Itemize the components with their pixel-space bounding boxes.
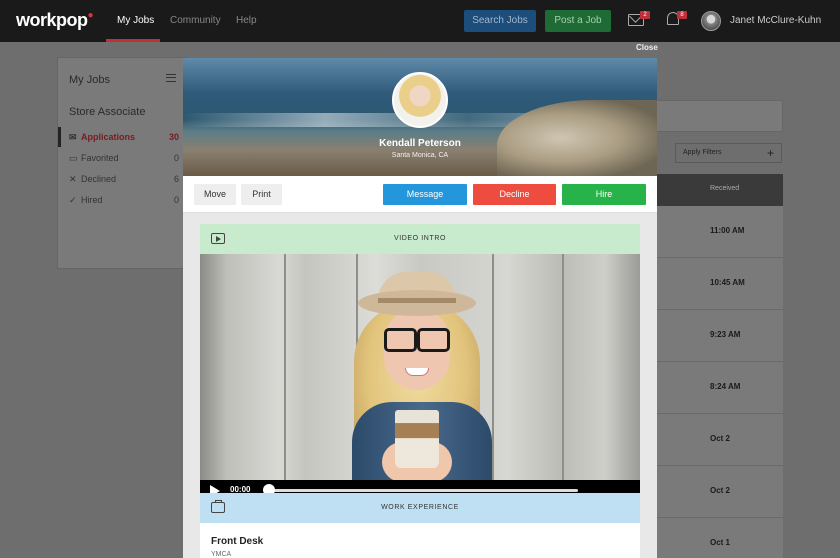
video-icon — [211, 233, 225, 244]
top-navigation: workpop● My Jobs Community Help Search J… — [0, 0, 840, 42]
mail-badge: 2 — [640, 11, 650, 19]
message-button[interactable]: Message — [383, 184, 467, 205]
briefcase-icon — [211, 500, 225, 513]
nav-help[interactable]: Help — [236, 15, 257, 26]
search-jobs-button[interactable]: Search Jobs — [464, 10, 536, 32]
sidebar-item-applications[interactable]: ✉ Applications 30 — [69, 132, 179, 143]
active-item-bar — [58, 127, 61, 147]
apply-filters-button[interactable]: Apply Filters + — [675, 143, 782, 163]
sidebar-title: My Jobs — [69, 74, 110, 86]
table-row[interactable]: 11:00 AM — [655, 206, 783, 258]
check-icon: ✓ — [69, 195, 77, 205]
table-row[interactable]: 9:23 AM — [655, 310, 783, 362]
notification-badge: 8 — [677, 11, 687, 19]
work-experience-header: WORK EXPERIENCE — [200, 493, 640, 523]
video-thumbnail-person — [312, 272, 522, 480]
job-employer: YMCA — [211, 551, 232, 558]
received-column-header: Received — [710, 185, 740, 192]
candidate-modal: Kendall Peterson Santa Monica, CA Move P… — [183, 58, 657, 558]
table-row[interactable]: Oct 1 — [655, 518, 783, 558]
close-modal-link[interactable]: Close — [636, 43, 658, 52]
job-title: Front Desk — [211, 536, 264, 547]
workpop-logo[interactable]: workpop● — [16, 10, 94, 31]
menu-icon[interactable] — [166, 74, 176, 82]
candidate-actions-bar: Move Print Message Decline Hire — [183, 176, 657, 213]
video-intro-header: VIDEO INTRO — [200, 224, 640, 254]
video-player[interactable] — [200, 254, 640, 480]
table-row[interactable]: Oct 2 — [655, 466, 783, 518]
sidebar-item-declined[interactable]: ✕ Declined 6 — [69, 174, 179, 185]
user-name[interactable]: Janet McClure-Kuhn — [730, 15, 821, 26]
profile-cover-image: Kendall Peterson Santa Monica, CA — [183, 58, 657, 176]
work-experience-section: WORK EXPERIENCE Front Desk YMCA — [200, 493, 640, 558]
nav-community[interactable]: Community — [170, 15, 221, 26]
print-button[interactable]: Print — [241, 184, 282, 205]
x-icon: ✕ — [69, 174, 77, 184]
video-progress-track[interactable] — [266, 489, 578, 492]
table-row[interactable]: Oct 2 — [655, 414, 783, 466]
candidate-location: Santa Monica, CA — [391, 152, 449, 159]
candidate-avatar — [392, 72, 448, 128]
table-header: Received — [655, 174, 783, 206]
nav-my-jobs[interactable]: My Jobs — [117, 15, 154, 26]
move-button[interactable]: Move — [194, 184, 236, 205]
folder-icon: ▭ — [69, 153, 78, 163]
table-row[interactable]: 10:45 AM — [655, 258, 783, 310]
sidebar-item-hired[interactable]: ✓ Hired 0 — [69, 195, 179, 206]
my-jobs-sidebar: My Jobs Store Associate ✉ Applications 30 … — [57, 57, 187, 269]
search-panel — [655, 100, 783, 132]
decline-button[interactable]: Decline — [473, 184, 556, 205]
user-avatar[interactable] — [701, 11, 721, 31]
sidebar-job-name: Store Associate — [69, 106, 146, 118]
video-intro-section: VIDEO INTRO 00:00 — [200, 224, 640, 500]
table-row[interactable]: 8:24 AM — [655, 362, 783, 414]
inbox-icon: ✉ — [69, 132, 77, 142]
hire-button[interactable]: Hire — [562, 184, 646, 205]
sidebar-item-favorited[interactable]: ▭ Favorited 0 — [69, 153, 179, 164]
active-nav-indicator — [106, 39, 160, 42]
candidate-name: Kendall Peterson — [379, 138, 461, 149]
plus-icon: + — [766, 146, 774, 160]
post-job-button[interactable]: Post a Job — [545, 10, 611, 32]
